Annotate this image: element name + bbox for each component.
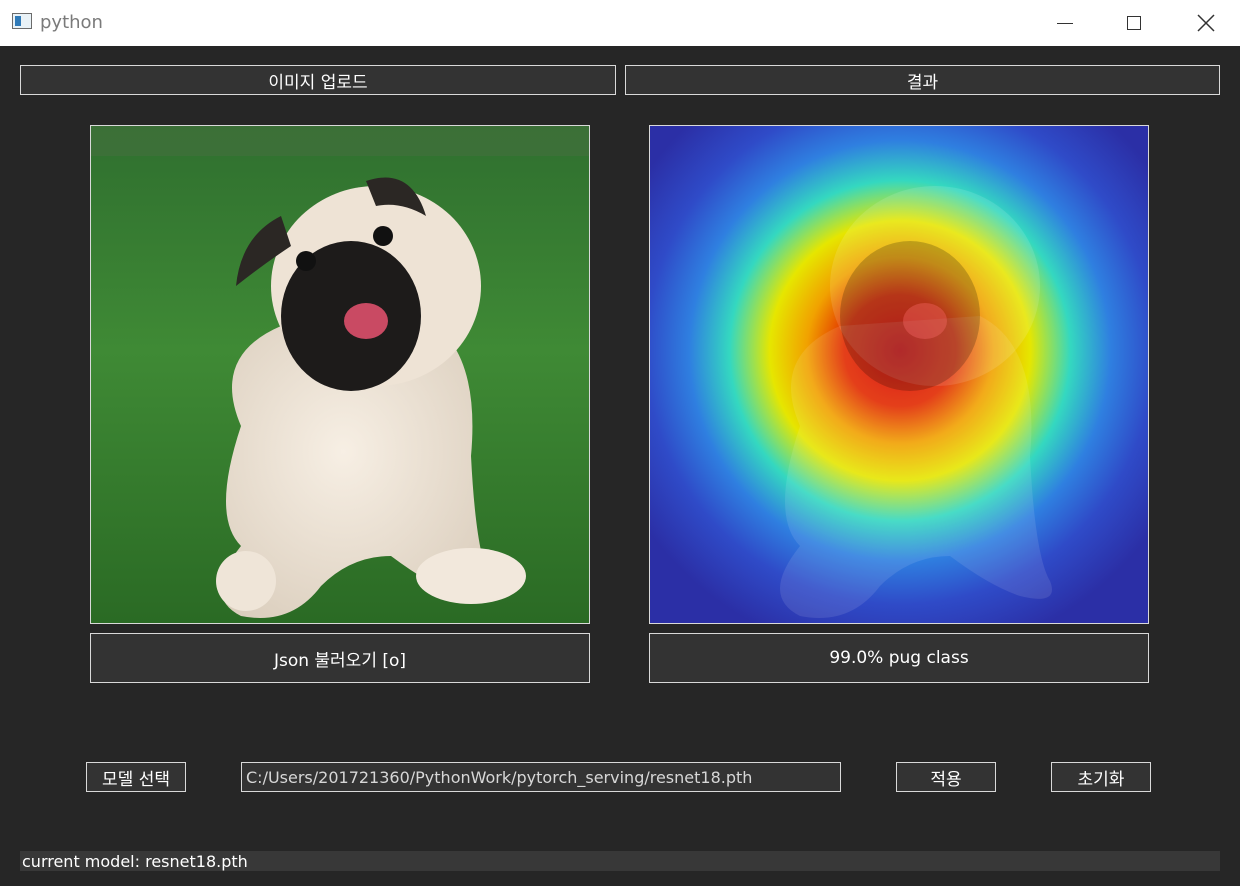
reset-button[interactable]: 초기화	[1051, 762, 1151, 792]
minimize-button[interactable]	[1042, 6, 1088, 40]
app-icon	[12, 13, 32, 29]
maximize-icon	[1127, 16, 1141, 30]
maximize-button[interactable]	[1111, 6, 1157, 40]
apply-button[interactable]: 적용	[896, 762, 996, 792]
result-header: 결과	[625, 65, 1220, 95]
result-heatmap-image	[649, 125, 1149, 624]
prediction-label: 99.0% pug class	[649, 633, 1149, 683]
model-path-field[interactable]: C:/Users/201721360/PythonWork/pytorch_se…	[241, 762, 841, 792]
window-title: python	[40, 12, 103, 33]
close-icon	[1197, 14, 1215, 32]
upload-image-button[interactable]: 이미지 업로드	[20, 65, 616, 95]
minimize-icon	[1057, 22, 1073, 24]
uploaded-image	[90, 125, 590, 624]
model-select-button[interactable]: 모델 선택	[86, 762, 186, 792]
status-bar: current model: resnet18.pth	[20, 851, 1220, 871]
close-button[interactable]	[1183, 6, 1229, 40]
json-load-button[interactable]: Json 불러오기 [o]	[90, 633, 590, 683]
title-bar: python	[0, 0, 1240, 46]
